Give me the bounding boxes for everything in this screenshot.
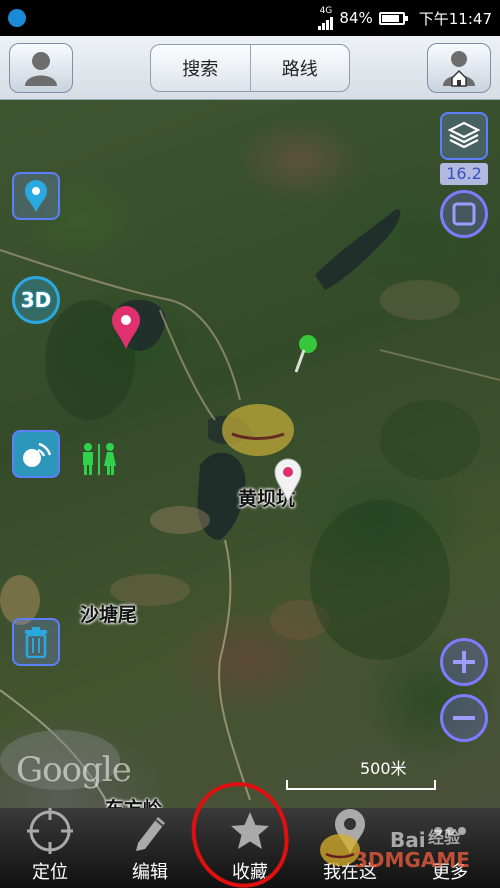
- nav-favorites[interactable]: 收藏: [200, 808, 300, 888]
- star-icon: [227, 808, 273, 854]
- status-bar: 4G 84% 下午11:47: [0, 0, 500, 36]
- satellite-signal-icon: [23, 442, 52, 467]
- google-logo: Google: [16, 750, 132, 790]
- battery-icon: [378, 11, 408, 25]
- nav-more[interactable]: 更多: [400, 808, 500, 888]
- map-marker-pink[interactable]: [110, 305, 142, 349]
- location-marker-icon: [25, 180, 47, 212]
- battery-percent: 84%: [339, 9, 373, 27]
- trash-icon: [25, 627, 47, 658]
- zoom-level-indicator: 16.2: [440, 163, 488, 185]
- layers-button[interactable]: [440, 112, 488, 160]
- zoom-in-button[interactable]: [440, 638, 488, 686]
- 3d-toggle-button[interactable]: 3D: [12, 276, 60, 324]
- compass-signal-button[interactable]: [12, 430, 60, 478]
- signal-icon: 4G: [318, 5, 334, 30]
- nav-favorites-label: 收藏: [232, 862, 268, 883]
- square-frame-icon: [452, 202, 476, 226]
- clock: 下午11:47: [418, 9, 492, 28]
- map-scale-label: 500米: [360, 759, 407, 778]
- satellite-map[interactable]: 黄坝坑 沙塘尾 东方岭 3D: [0, 100, 500, 808]
- network-type: 4G: [319, 5, 333, 16]
- nav-locate-label: 定位: [32, 862, 68, 883]
- map-label-shatangwei: 沙塘尾: [80, 604, 138, 626]
- nav-edit[interactable]: 编辑: [100, 808, 200, 888]
- restroom-icon[interactable]: [78, 442, 120, 476]
- map-scale-bar: [286, 780, 436, 790]
- pushpin-green-icon[interactable]: [288, 330, 322, 374]
- zoom-out-button[interactable]: [440, 694, 488, 742]
- location-marker-button[interactable]: [12, 172, 60, 220]
- search-route-segmented: 搜索 路线: [150, 44, 350, 92]
- user-home-icon: [443, 51, 475, 87]
- top-toolbar: 搜索 路线: [0, 36, 500, 100]
- user-home-button[interactable]: [427, 43, 491, 93]
- map-mode-button[interactable]: [440, 190, 488, 238]
- nav-more-label: 更多: [432, 862, 468, 883]
- location-pin-icon: [327, 808, 373, 854]
- bottom-navigation: 定位 编辑 收藏 我在这 更多: [0, 808, 500, 888]
- more-icon: [427, 808, 473, 854]
- nav-i-am-here[interactable]: 我在这: [300, 808, 400, 888]
- pencil-icon: [127, 808, 173, 854]
- layers-icon: [447, 121, 481, 149]
- route-tab[interactable]: 路线: [249, 45, 350, 91]
- user-account-button[interactable]: [9, 43, 73, 93]
- clear-map-button[interactable]: [12, 618, 60, 666]
- nav-locate[interactable]: 定位: [0, 808, 100, 888]
- mascot-watermark-icon: [222, 404, 294, 456]
- map-label-bottom: 东方岭: [105, 794, 162, 808]
- minus-icon: [453, 716, 475, 720]
- nav-edit-label: 编辑: [132, 862, 168, 883]
- search-tab[interactable]: 搜索: [151, 45, 250, 91]
- crosshair-icon: [27, 808, 73, 854]
- user-avatar-icon: [25, 52, 57, 86]
- plus-icon: [453, 651, 475, 673]
- 3d-label: 3D: [20, 288, 52, 312]
- nav-i-am-here-label: 我在这: [323, 862, 377, 883]
- map-marker-white[interactable]: [273, 458, 303, 502]
- notification-app-icon: [8, 9, 26, 27]
